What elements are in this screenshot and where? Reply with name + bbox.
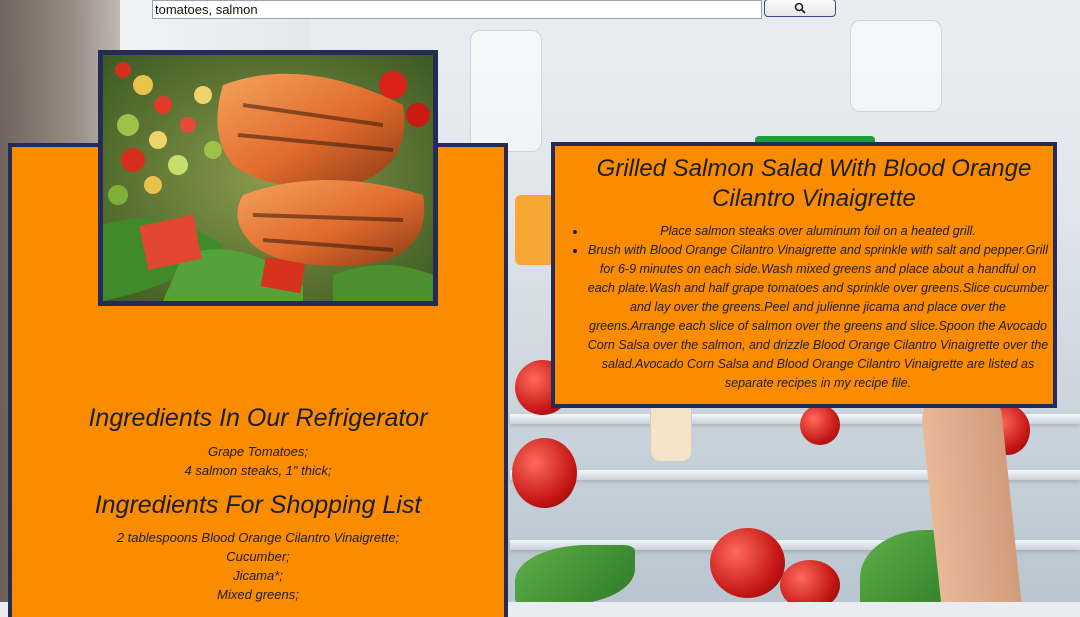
recipe-steps: Place salmon steaks over aluminum foil o… <box>565 222 1049 393</box>
recipe-step: Brush with Blood Orange Cilantro Vinaigr… <box>587 241 1049 393</box>
tomato-decor <box>800 405 840 445</box>
recipe-title: Grilled Salmon Salad With Blood Orange C… <box>596 155 1032 212</box>
list-item: Mixed greens; <box>217 587 299 602</box>
shopping-list: 2 tablespoons Blood Orange Cilantro Vina… <box>12 528 504 604</box>
bottle-decor <box>650 400 692 462</box>
tomato-decor <box>780 560 840 602</box>
juice-decor <box>515 195 555 265</box>
list-item: Jicama*; <box>233 568 283 583</box>
list-item: 4 salmon steaks, 1" thick; <box>184 463 332 478</box>
recipe-step: Place salmon steaks over aluminum foil o… <box>587 222 1049 241</box>
list-item: Grape Tomatoes; <box>208 444 308 459</box>
recipe-photo <box>98 50 438 306</box>
tomato-decor <box>512 438 577 508</box>
search-icon <box>794 2 806 14</box>
jar-decor <box>470 30 542 152</box>
lettuce-decor <box>515 545 635 602</box>
tomato-decor <box>710 528 785 598</box>
list-item: 2 tablespoons Blood Orange Cilantro Vina… <box>116 530 400 545</box>
refrigerator-ingredients-heading: Ingredients In Our Refrigerator <box>88 404 428 432</box>
recipe-panel: Grilled Salmon Salad With Blood Orange C… <box>551 142 1057 408</box>
shopping-list-heading: Ingredients For Shopping List <box>94 491 422 519</box>
jar-decor <box>850 20 942 112</box>
refrigerator-ingredients-list: Grape Tomatoes; 4 salmon steaks, 1" thic… <box>12 442 504 480</box>
search-input[interactable] <box>152 0 762 19</box>
search-button[interactable] <box>764 0 836 17</box>
list-item: Cucumber; <box>226 549 290 564</box>
salmon-salad-image <box>103 55 433 301</box>
